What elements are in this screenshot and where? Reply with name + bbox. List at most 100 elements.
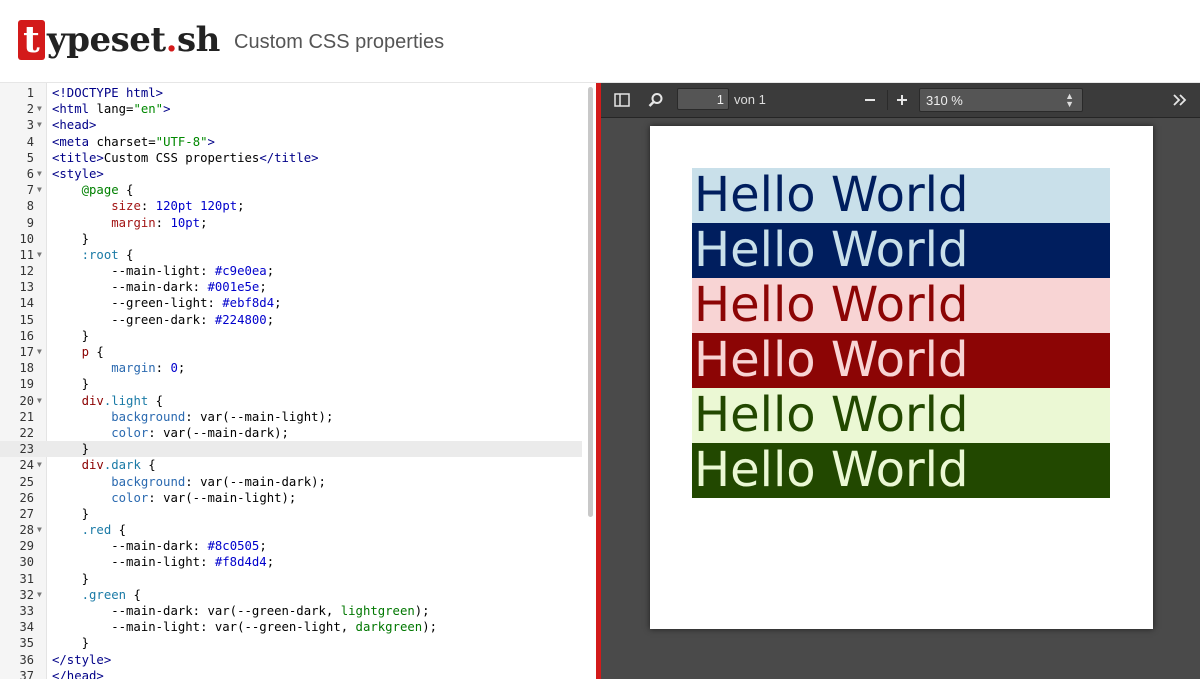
page-number-input[interactable]: 1 (677, 88, 729, 110)
fold-toggle-icon[interactable]: ▼ (37, 101, 42, 117)
line-number: 37 (19, 668, 34, 679)
code-line[interactable]: 8 size: 120pt 120pt; (0, 198, 582, 214)
double-chevron-right-icon[interactable] (1167, 88, 1193, 112)
code-text: div.dark { (81, 458, 156, 473)
line-number: 11 (19, 247, 34, 262)
line-number: 16 (19, 328, 34, 343)
line-number: 14 (19, 296, 34, 311)
line-number: 24 (19, 458, 34, 473)
code-line[interactable]: 22 color: var(--main-dark); (0, 425, 582, 441)
fold-toggle-icon[interactable]: ▼ (37, 522, 42, 538)
select-arrows-icon: ▲ ▼ (1065, 91, 1074, 109)
zoom-out-button[interactable] (857, 88, 883, 112)
code-text: <!DOCTYPE html> (52, 86, 164, 100)
line-number: 28 (19, 523, 34, 538)
code-text: --main-dark: #8c0505; (52, 539, 267, 554)
code-line[interactable]: 9 margin: 10pt; (0, 215, 582, 231)
code-line[interactable]: 18 margin: 0; (0, 360, 582, 376)
code-text: </style> (52, 652, 112, 667)
line-number: 25 (19, 474, 34, 489)
code-text: --main-light: #c9e0ea; (52, 264, 275, 279)
code-text: margin: 0; (111, 361, 186, 376)
code-text: <html lang="en"> (52, 102, 171, 117)
page-title: Custom CSS properties (234, 31, 445, 53)
code-line[interactable]: 14 --green-light: #ebf8d4; (0, 295, 582, 311)
line-number: 30 (19, 555, 34, 570)
line-number: 6 (26, 166, 34, 181)
code-text: } (52, 636, 90, 651)
code-line[interactable]: 2 ▼ <html lang="en"> (0, 101, 582, 117)
code-line[interactable]: 6 ▼ <style> (0, 166, 582, 182)
app-header: t ypeset.sh Custom CSS properties (0, 0, 1200, 83)
code-line[interactable]: 15 --green-dark: #224800; (0, 312, 582, 328)
hello-world-block: Hello World (692, 168, 1110, 223)
line-number: 10 (19, 231, 34, 246)
code-line[interactable]: 27 } (0, 506, 582, 522)
code-line[interactable]: 21 background: var(--main-light); (0, 409, 582, 425)
code-line[interactable]: 19 } (0, 376, 582, 392)
code-text: --main-dark: #001e5e; (52, 280, 267, 295)
typeset-logo[interactable]: t ypeset.sh (18, 20, 220, 60)
viewer-toolbar: 1 von 1 310 % ▲ ▼ (601, 83, 1200, 118)
code-line[interactable]: 37 </head> (0, 668, 582, 679)
code-line[interactable]: 34 --main-light: var(--green-light, dark… (0, 619, 582, 635)
line-number: 33 (19, 604, 34, 618)
code-line[interactable]: 25 background: var(--main-dark); (0, 474, 582, 490)
fold-toggle-icon[interactable]: ▼ (37, 182, 42, 198)
code-text: --main-light: #f8d4d4; (52, 555, 275, 570)
search-icon[interactable] (643, 88, 669, 112)
code-line[interactable]: 1 <!DOCTYPE html> (0, 85, 582, 101)
code-line[interactable]: 28 ▼ .red { (0, 522, 582, 538)
fold-toggle-icon[interactable]: ▼ (37, 393, 42, 409)
line-number: 22 (19, 425, 34, 440)
fold-toggle-icon[interactable]: ▼ (37, 344, 42, 360)
line-number: 29 (19, 539, 34, 554)
logo-wordmark: ypeset.sh (47, 20, 220, 60)
code-line[interactable]: 32 ▼ .green { (0, 587, 582, 603)
code-line[interactable]: 24 ▼ div.dark { (0, 457, 582, 473)
code-line[interactable]: 17 ▼ p { (0, 344, 582, 360)
code-line[interactable]: 30 --main-light: #f8d4d4; (0, 554, 582, 570)
fold-toggle-icon[interactable]: ▼ (37, 166, 42, 182)
fold-toggle-icon[interactable]: ▼ (37, 117, 42, 133)
code-line[interactable]: 36 </style> (0, 652, 582, 668)
code-line[interactable]: 26 color: var(--main-light); (0, 490, 582, 506)
line-number: 32 (19, 587, 34, 602)
line-number: 9 (26, 215, 34, 230)
fold-toggle-icon[interactable]: ▼ (37, 587, 42, 603)
code-line[interactable]: 5 <title>Custom CSS properties</title> (0, 150, 582, 166)
line-number: 18 (19, 361, 34, 376)
line-number: 31 (19, 571, 34, 586)
code-lines[interactable]: 1 <!DOCTYPE html> 2 ▼ <html lang="en"> 3 ▼ <hea… (0, 85, 582, 679)
zoom-in-button[interactable] (889, 88, 915, 112)
code-line[interactable]: 23 } (0, 441, 582, 458)
fold-toggle-icon[interactable]: ▼ (37, 457, 42, 473)
code-line[interactable]: 4 <meta charset="UTF-8"> (0, 134, 582, 150)
line-number: 21 (19, 409, 34, 424)
code-text: } (52, 328, 90, 343)
code-text: } (52, 442, 90, 457)
code-line[interactable]: 35 } (0, 635, 582, 651)
code-line[interactable]: 7 ▼ @page { (0, 182, 582, 198)
code-line[interactable]: 13 --main-dark: #001e5e; (0, 279, 582, 295)
code-line[interactable]: 20 ▼ div.light { (0, 393, 582, 409)
code-line[interactable]: 33 --main-dark: var(--green-dark, lightg… (0, 603, 582, 619)
code-editor[interactable]: 1 <!DOCTYPE html> 2 ▼ <html lang="en"> 3 ▼ <hea… (0, 83, 596, 679)
editor-scrollbar[interactable] (588, 87, 593, 517)
code-text: --green-light: #ebf8d4; (52, 296, 282, 311)
hello-world-block: Hello World (692, 388, 1110, 443)
hello-world-block: Hello World (692, 443, 1110, 498)
code-line[interactable]: 10 } (0, 231, 582, 247)
sidebar-toggle-icon[interactable] (609, 88, 635, 112)
code-line[interactable]: 11 ▼ :root { (0, 247, 582, 263)
zoom-select[interactable]: 310 % ▲ ▼ (919, 88, 1083, 112)
fold-toggle-icon[interactable]: ▼ (37, 247, 42, 263)
code-line[interactable]: 29 --main-dark: #8c0505; (0, 538, 582, 554)
line-number: 15 (19, 312, 34, 327)
code-line[interactable]: 3 ▼ <head> (0, 117, 582, 133)
hello-world-block: Hello World (692, 223, 1110, 278)
line-number: 17 (19, 345, 34, 359)
code-line[interactable]: 16 } (0, 328, 582, 344)
code-line[interactable]: 31 } (0, 571, 582, 587)
code-line[interactable]: 12 --main-light: #c9e0ea; (0, 263, 582, 279)
